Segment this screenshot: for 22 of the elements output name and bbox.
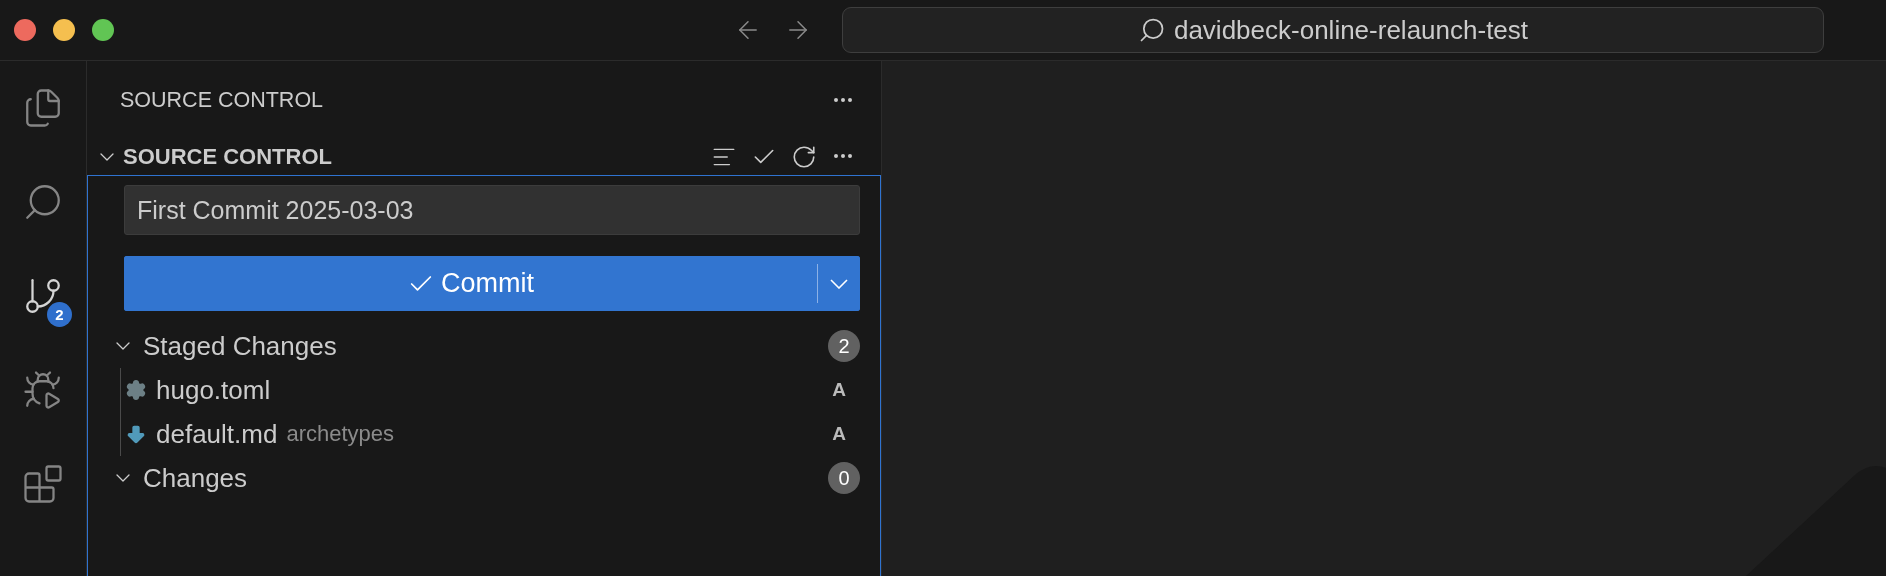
group-label[interactable]: Changes (143, 462, 820, 494)
close-window-button[interactable] (14, 19, 36, 41)
command-search-field[interactable]: davidbeck-online-relaunch-test (842, 7, 1824, 53)
file-name[interactable]: default.md (156, 418, 278, 450)
zoom-window-button[interactable] (92, 19, 114, 41)
group-label[interactable]: Staged Changes (143, 330, 820, 362)
file-status: A (832, 423, 846, 445)
count-badge: 0 (828, 462, 860, 494)
file-name[interactable]: hugo.toml (156, 374, 271, 406)
gear-icon (125, 379, 147, 401)
count-badge: 2 (47, 302, 72, 327)
sidebar-title: SOURCE CONTROL (120, 87, 324, 113)
file-status: A (832, 379, 846, 401)
arrow-down-icon (125, 423, 147, 445)
count-badge: 2 (828, 330, 860, 362)
section-title: SOURCE CONTROL (123, 144, 333, 170)
commit-message-field[interactable]: First Commit 2025-03-03 (124, 185, 860, 235)
folder-name: archetypes (286, 421, 396, 447)
refresh-icon[interactable] (791, 144, 817, 170)
blocks-icon (22, 463, 64, 505)
chevron-down-icon (830, 278, 848, 289)
minimize-window-button[interactable] (53, 19, 75, 41)
